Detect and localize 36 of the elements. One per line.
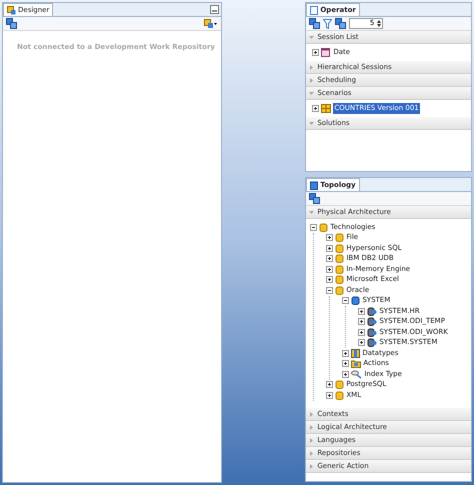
folder-icon	[351, 359, 362, 368]
expand-arrow-icon	[309, 424, 314, 430]
collapse-arrow-icon	[309, 34, 314, 40]
expand-icon[interactable]	[312, 105, 320, 112]
expand-icon[interactable]	[326, 255, 334, 262]
expand-icon[interactable]	[326, 234, 334, 242]
expand-icon[interactable]	[358, 308, 366, 315]
expand-arrow-icon	[309, 450, 314, 456]
expand-icon[interactable]	[326, 392, 334, 399]
filter-icon[interactable]	[323, 18, 332, 28]
expand-icon[interactable]	[326, 244, 334, 252]
expand-arrow-icon	[309, 438, 314, 442]
expand-arrow-icon	[309, 412, 314, 416]
collapse-arrow-icon	[309, 90, 314, 96]
collapse-icon[interactable]	[342, 297, 350, 304]
expand-icon[interactable]	[342, 350, 350, 357]
spinner-arrows-icon[interactable]	[376, 19, 382, 28]
calendar-icon	[321, 48, 330, 57]
expand-icon[interactable]	[358, 318, 366, 326]
expand-icon[interactable]	[326, 381, 334, 388]
expand-arrow-icon	[309, 464, 314, 468]
collapse-arrow-icon	[309, 120, 314, 126]
collapse-arrow-icon	[309, 210, 314, 214]
expand-icon[interactable]	[326, 266, 334, 273]
expand-icon[interactable]	[358, 339, 366, 346]
collapse-icon[interactable]	[310, 224, 318, 231]
expand-icon[interactable]	[358, 328, 366, 336]
expand-icon[interactable]	[326, 276, 334, 284]
expand-arrow-icon	[309, 64, 314, 70]
expand-arrow-icon	[309, 78, 314, 82]
collapse-icon[interactable]	[326, 286, 334, 294]
expand-icon[interactable]	[342, 360, 350, 368]
expand-icon[interactable]	[342, 370, 350, 378]
grid-icon	[321, 104, 332, 113]
expand-icon[interactable]	[312, 49, 320, 56]
minimize-icon[interactable]	[210, 5, 219, 14]
